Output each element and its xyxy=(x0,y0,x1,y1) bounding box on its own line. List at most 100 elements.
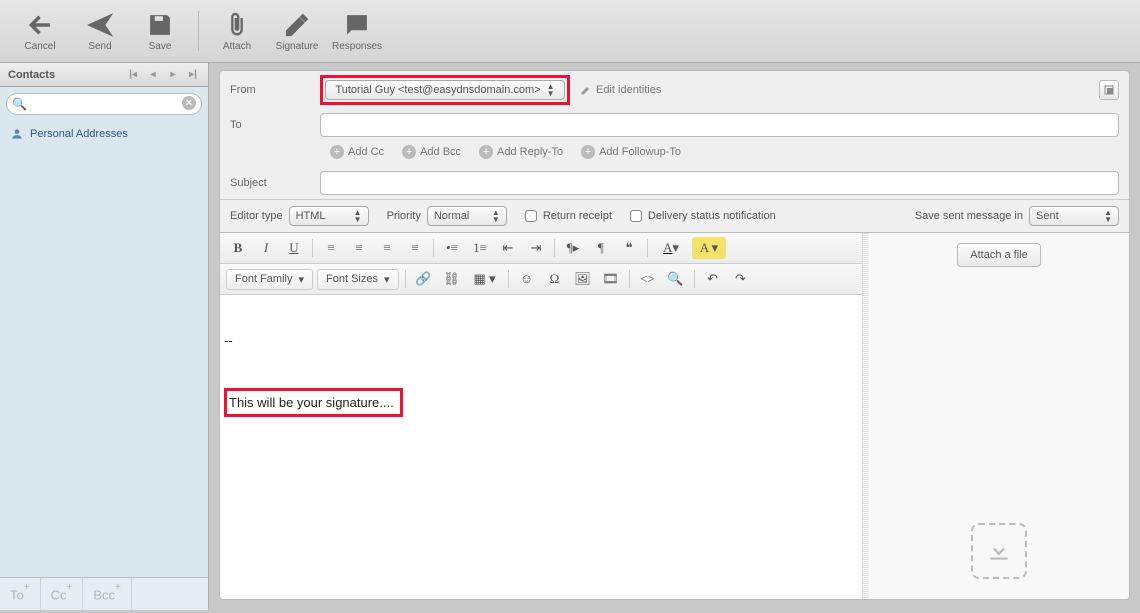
subject-label: Subject xyxy=(230,177,320,189)
nav-last-icon[interactable]: ▸| xyxy=(186,68,200,82)
add-cc-button[interactable]: Cc+ xyxy=(41,578,84,610)
cancel-button[interactable]: Cancel xyxy=(10,4,70,59)
paperclip-icon xyxy=(223,11,251,39)
popout-button[interactable] xyxy=(1099,80,1119,100)
send-icon xyxy=(86,11,114,39)
addressbook-item-personal[interactable]: Personal Addresses xyxy=(0,121,208,147)
link-button[interactable]: 🔗 xyxy=(412,268,436,290)
table-button[interactable]: ▦ ▾ xyxy=(468,268,502,290)
save-label: Save xyxy=(149,41,172,52)
person-icon xyxy=(10,127,24,141)
add-cc-link[interactable]: +Add Cc xyxy=(330,145,384,159)
align-center-button[interactable]: ≡ xyxy=(347,237,371,259)
save-button[interactable]: Save xyxy=(130,4,190,59)
media-button[interactable]: 🎞 xyxy=(599,268,623,290)
align-justify-button[interactable]: ≡ xyxy=(403,237,427,259)
attach-file-button[interactable]: Attach a file xyxy=(957,243,1040,267)
search-input[interactable] xyxy=(6,93,202,115)
priority-select[interactable]: Normal ▲▼ xyxy=(427,206,507,226)
responses-button[interactable]: Responses xyxy=(327,4,387,59)
save-in-select[interactable]: Sent ▲▼ xyxy=(1029,206,1119,226)
attach-button[interactable]: Attach xyxy=(207,4,267,59)
nav-first-icon[interactable]: |◂ xyxy=(126,68,140,82)
number-list-button[interactable]: 1≡ xyxy=(468,237,492,259)
add-bcc-link[interactable]: +Add Bcc xyxy=(402,145,461,159)
indent-button[interactable]: ⇥ xyxy=(524,237,548,259)
signature-button[interactable]: Signature xyxy=(267,4,327,59)
rtl-button[interactable]: ¶ xyxy=(589,237,613,259)
from-select[interactable]: Tutorial Guy <test@easydnsdomain.com> ▲▼ xyxy=(325,80,565,100)
align-left-button[interactable]: ≡ xyxy=(319,237,343,259)
nav-prev-icon[interactable]: ◂ xyxy=(146,68,160,82)
plus-icon: + xyxy=(330,145,344,159)
font-family-select[interactable]: Font Family▾ xyxy=(226,269,313,290)
signature-label: Signature xyxy=(276,41,319,52)
plus-icon: + xyxy=(581,145,595,159)
undo-button[interactable]: ↶ xyxy=(701,268,725,290)
dsn-checkbox[interactable] xyxy=(630,210,642,222)
clear-search-icon[interactable]: ✕ xyxy=(182,96,196,110)
italic-button[interactable]: I xyxy=(254,237,278,259)
save-in-label: Save sent message in xyxy=(915,210,1023,222)
sidebar-title: Contacts xyxy=(8,69,55,81)
separator xyxy=(554,239,555,257)
subject-input[interactable] xyxy=(320,171,1119,195)
edit-identities-link[interactable]: Edit identities xyxy=(580,84,661,96)
to-input[interactable] xyxy=(320,113,1119,137)
separator xyxy=(433,239,434,257)
specialchar-button[interactable]: Ω xyxy=(543,268,567,290)
addressbook-item-label: Personal Addresses xyxy=(30,128,128,140)
bullet-list-button[interactable]: •≡ xyxy=(440,237,464,259)
add-header-links: +Add Cc +Add Bcc +Add Reply-To +Add Foll… xyxy=(220,141,1129,167)
add-to-button[interactable]: To+ xyxy=(0,578,41,610)
sidebar-search: 🔍 ✕ xyxy=(0,87,208,121)
redo-button[interactable]: ↷ xyxy=(729,268,753,290)
bold-button[interactable]: B xyxy=(226,237,250,259)
rte-toolbar-2: Font Family▾ Font Sizes▾ 🔗 ⛓ ▦ ▾ ☺ Ω 🖼 🎞… xyxy=(220,264,862,295)
image-button[interactable]: 🖼 xyxy=(571,268,595,290)
blockquote-button[interactable]: ❝ xyxy=(617,237,641,259)
edit-identities-label: Edit identities xyxy=(596,84,661,96)
add-bcc-button[interactable]: Bcc+ xyxy=(83,578,132,610)
responses-label: Responses xyxy=(332,41,382,52)
add-replyto-link[interactable]: +Add Reply-To xyxy=(479,145,563,159)
attach-label: Attach xyxy=(223,41,251,52)
pen-icon xyxy=(283,11,311,39)
signature-highlight: This will be your signature.... xyxy=(224,388,403,417)
responses-icon xyxy=(343,11,371,39)
text-color-button[interactable]: A ▾ xyxy=(654,237,688,259)
editor-wrapper: B I U ≡ ≡ ≡ ≡ •≡ 1≡ ⇤ ⇥ ¶▸ ¶ ❝ xyxy=(219,233,1130,600)
nav-next-icon[interactable]: ▸ xyxy=(166,68,180,82)
message-body[interactable]: -- This will be your signature.... xyxy=(220,295,862,599)
sidebar-header: Contacts |◂ ◂ ▸ ▸| xyxy=(0,63,208,87)
separator xyxy=(405,270,406,288)
editor-type-select[interactable]: HTML ▲▼ xyxy=(289,206,369,226)
underline-button[interactable]: U xyxy=(282,237,306,259)
sidebar-nav: |◂ ◂ ▸ ▸| xyxy=(126,68,200,82)
select-arrows-icon: ▲▼ xyxy=(547,83,555,97)
priority-label: Priority xyxy=(387,210,421,222)
send-button[interactable]: Send xyxy=(70,4,130,59)
return-receipt-checkbox[interactable] xyxy=(525,210,537,222)
search-icon: 🔍 xyxy=(12,97,27,111)
from-label: From xyxy=(230,84,320,96)
drop-zone[interactable] xyxy=(971,523,1027,579)
align-right-button[interactable]: ≡ xyxy=(375,237,399,259)
signature-text: This will be your signature.... xyxy=(229,395,394,410)
unlink-button[interactable]: ⛓ xyxy=(440,268,464,290)
font-size-select[interactable]: Font Sizes▾ xyxy=(317,269,399,290)
code-button[interactable]: <> xyxy=(636,268,660,290)
return-receipt-label: Return receipt xyxy=(543,210,612,222)
outdent-button[interactable]: ⇤ xyxy=(496,237,520,259)
attach-file-label: Attach a file xyxy=(970,249,1027,261)
pencil-icon xyxy=(580,84,592,96)
dsn-label: Delivery status notification xyxy=(648,210,776,222)
bg-color-button[interactable]: A ▾ xyxy=(692,237,726,259)
ltr-button[interactable]: ¶▸ xyxy=(561,237,585,259)
attachments-column: Attach a file xyxy=(869,233,1129,599)
emoji-button[interactable]: ☺ xyxy=(515,268,539,290)
toolbar-separator xyxy=(198,11,199,51)
find-button[interactable]: 🔍 xyxy=(664,268,688,290)
separator xyxy=(508,270,509,288)
add-followup-link[interactable]: +Add Followup-To xyxy=(581,145,681,159)
